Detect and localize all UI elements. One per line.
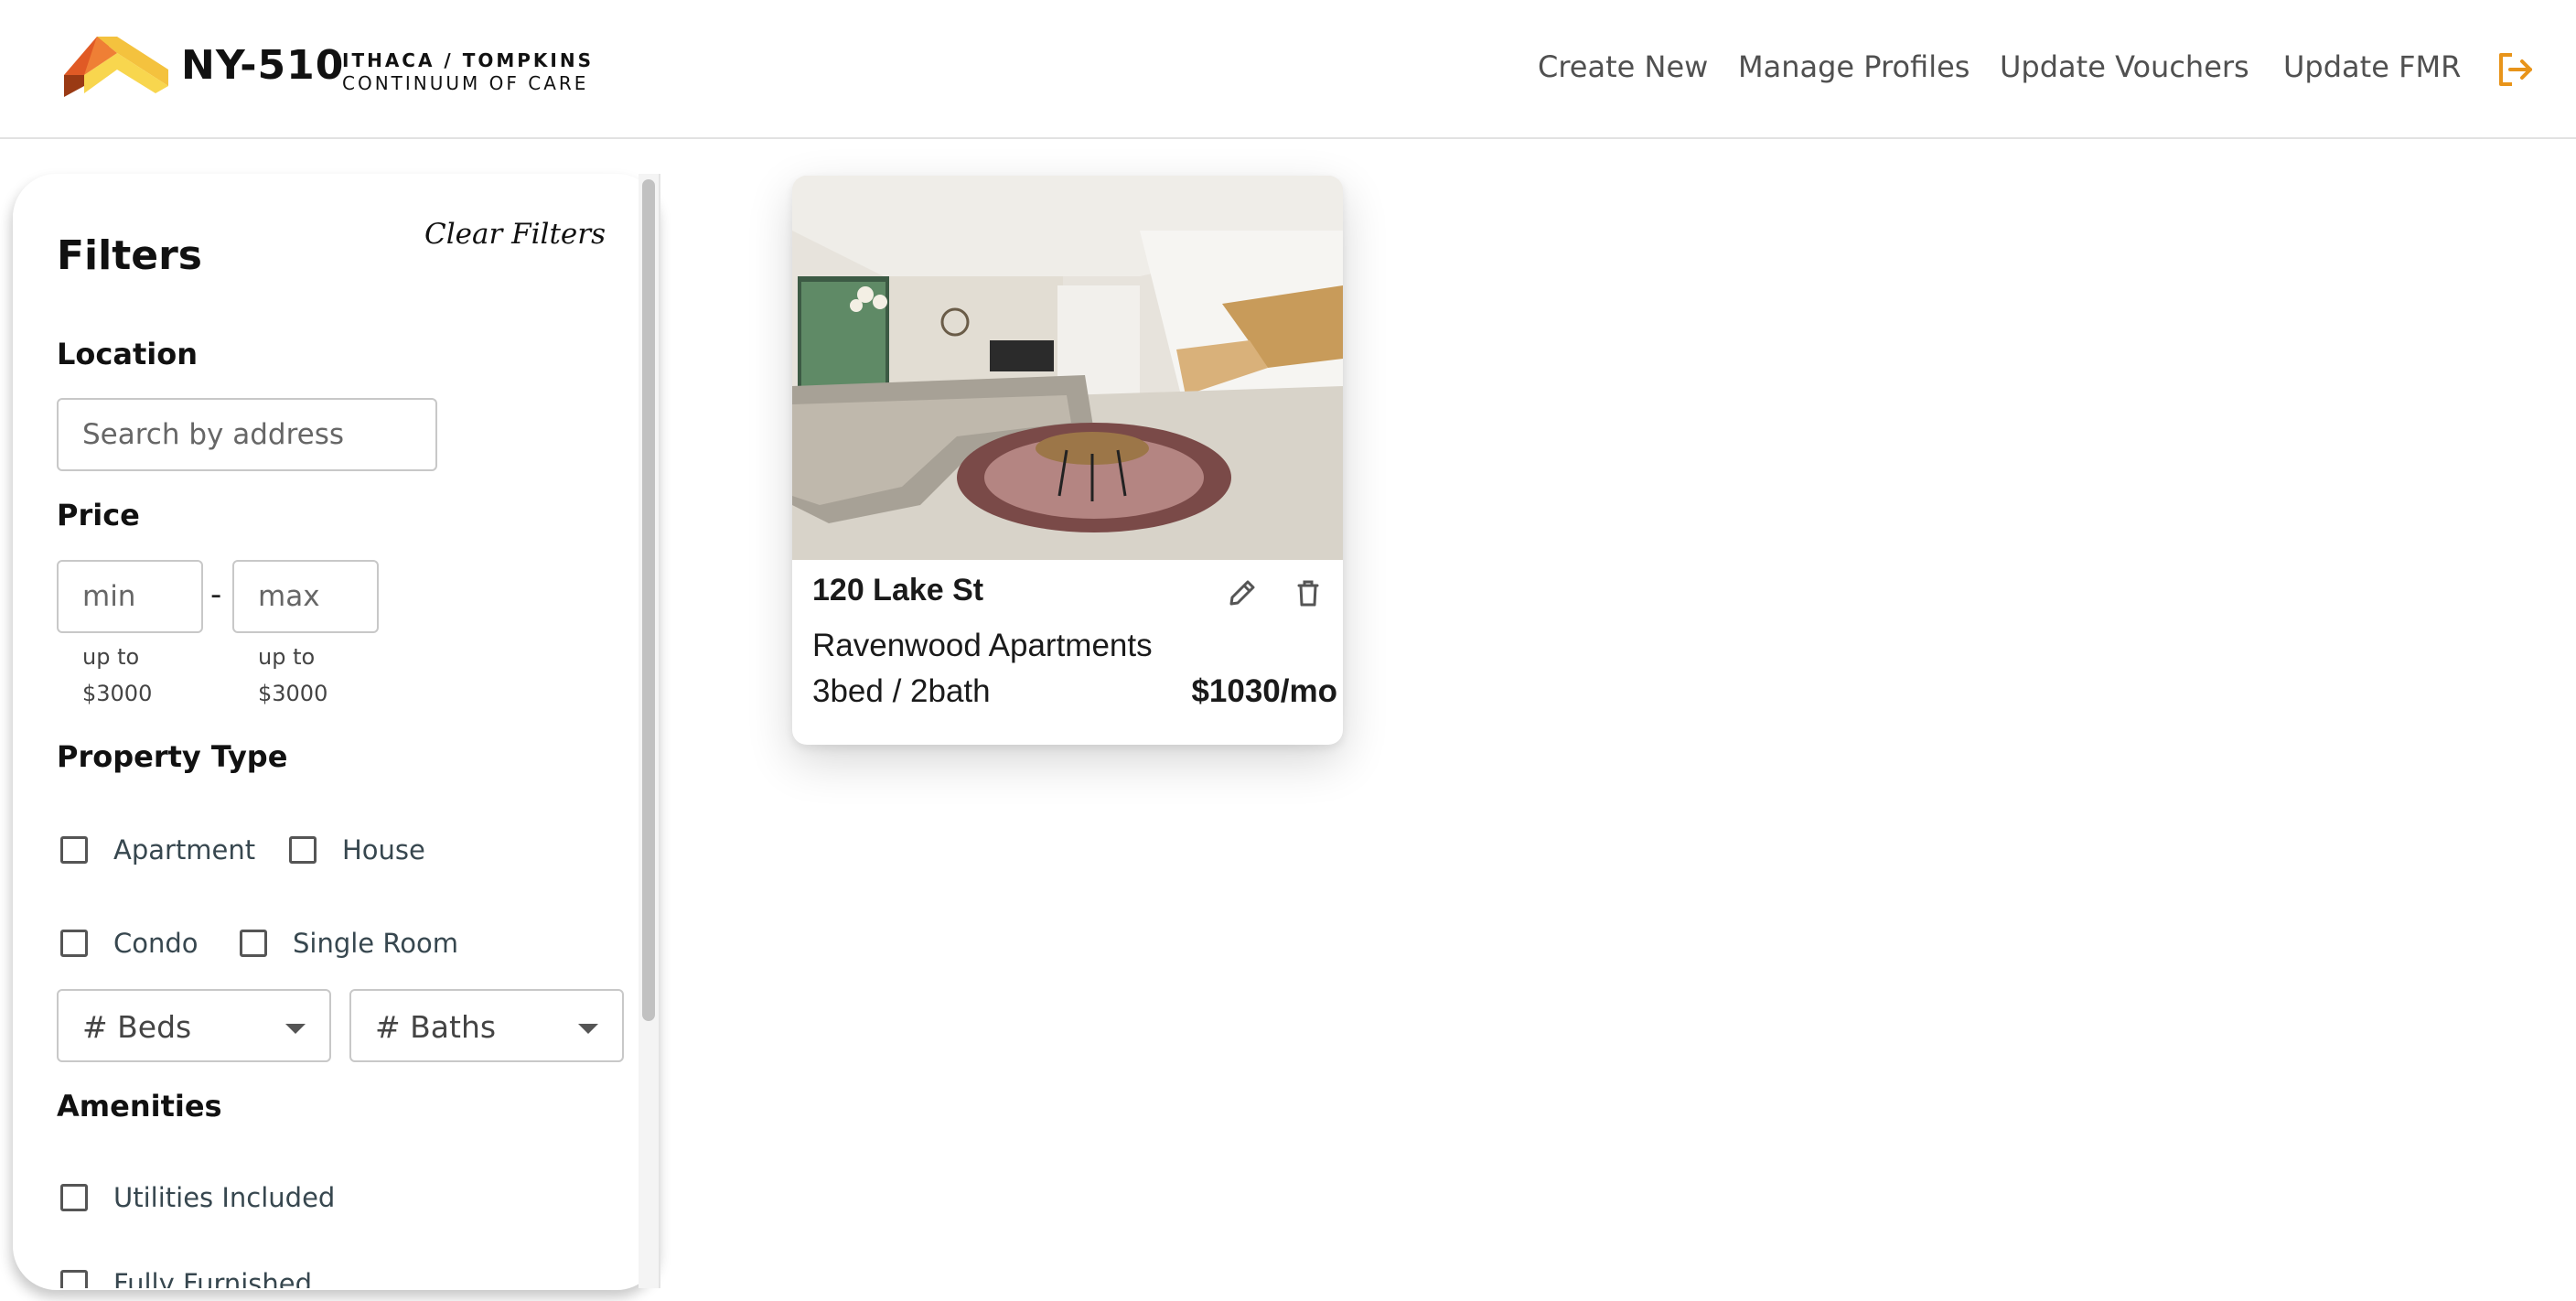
- min-price-hint-line1: up to: [82, 644, 140, 670]
- brand-line-2: CONTINUUM OF CARE: [342, 72, 589, 94]
- single-room-checkbox[interactable]: Single Room: [240, 928, 458, 959]
- min-price-hint-line2: $3000: [82, 681, 153, 706]
- house-checkbox[interactable]: House: [289, 834, 425, 866]
- min-price-input[interactable]: [57, 560, 203, 633]
- brand-line-1: ITHACA / TOMPKINS: [342, 49, 594, 71]
- price-separator: -: [210, 576, 222, 613]
- fully-furnished-checkbox[interactable]: Fully Furnished: [60, 1268, 312, 1288]
- nav-create-new[interactable]: Create New: [1538, 49, 1708, 86]
- max-price-hint: up to $3000: [258, 639, 368, 712]
- pencil-icon[interactable]: [1226, 576, 1259, 609]
- listing-photo[interactable]: [792, 176, 1343, 560]
- min-price-hint: up to $3000: [82, 639, 192, 712]
- checkbox-square[interactable]: [60, 1270, 88, 1288]
- checkbox-square[interactable]: [60, 1184, 88, 1211]
- panel-divider: [659, 174, 660, 1288]
- checkbox-square[interactable]: [60, 836, 88, 864]
- address-search-input[interactable]: [57, 398, 437, 471]
- property-type-label: Property Type: [57, 739, 288, 774]
- checkbox-square[interactable]: [240, 930, 267, 957]
- apartment-checkbox[interactable]: Apartment: [60, 834, 255, 866]
- max-price-input[interactable]: [232, 560, 379, 633]
- clear-filters-button[interactable]: Clear Filters: [424, 218, 606, 251]
- checkbox-square[interactable]: [289, 836, 317, 864]
- trash-icon[interactable]: [1292, 576, 1325, 609]
- nav-manage-profiles[interactable]: Manage Profiles: [1738, 49, 1970, 86]
- baths-select[interactable]: # Baths: [349, 989, 624, 1062]
- logo-icon[interactable]: [64, 33, 168, 99]
- amenities-label: Amenities: [57, 1089, 222, 1124]
- checkbox-label: Utilities Included: [113, 1182, 336, 1213]
- max-price-hint-line1: up to: [258, 644, 316, 670]
- top-header: NY-510 ITHACA / TOMPKINS CONTINUUM OF CA…: [0, 0, 2576, 139]
- utilities-included-checkbox[interactable]: Utilities Included: [60, 1182, 335, 1213]
- chevron-down-icon: [285, 1024, 306, 1034]
- listing-beds-baths: 3bed / 2bath: [812, 673, 991, 709]
- baths-select-value: # Baths: [375, 1009, 497, 1045]
- filters-title: Filters: [57, 232, 202, 279]
- max-price-hint-line2: $3000: [258, 681, 328, 706]
- condo-checkbox[interactable]: Condo: [60, 928, 199, 959]
- logout-icon[interactable]: [2496, 49, 2536, 90]
- listing-name: Ravenwood Apartments: [812, 628, 1153, 663]
- amenities-clip: Fully Furnished: [13, 1268, 639, 1288]
- location-label: Location: [57, 337, 198, 371]
- listing-card[interactable]: 120 Lake St Ravenwood Apartments 3bed / …: [792, 176, 1343, 745]
- nav-update-fmr[interactable]: Update FMR: [2283, 49, 2461, 86]
- filter-scrollbar-thumb[interactable]: [642, 179, 655, 1021]
- checkbox-label: Single Room: [293, 928, 458, 959]
- checkbox-label: Condo: [113, 928, 199, 959]
- listing-price: $1030/mo: [1191, 673, 1337, 709]
- price-label: Price: [57, 498, 140, 532]
- checkbox-label: Apartment: [113, 834, 256, 866]
- beds-select[interactable]: # Beds: [57, 989, 331, 1062]
- checkbox-square[interactable]: [60, 930, 88, 957]
- listing-address: 120 Lake St: [812, 573, 984, 607]
- chevron-down-icon: [578, 1024, 598, 1034]
- checkbox-label: Fully Furnished: [113, 1268, 313, 1288]
- brand-code: NY-510: [181, 42, 345, 89]
- beds-select-value: # Beds: [82, 1009, 192, 1045]
- checkbox-label: House: [342, 834, 425, 866]
- nav-update-vouchers[interactable]: Update Vouchers: [2000, 49, 2249, 86]
